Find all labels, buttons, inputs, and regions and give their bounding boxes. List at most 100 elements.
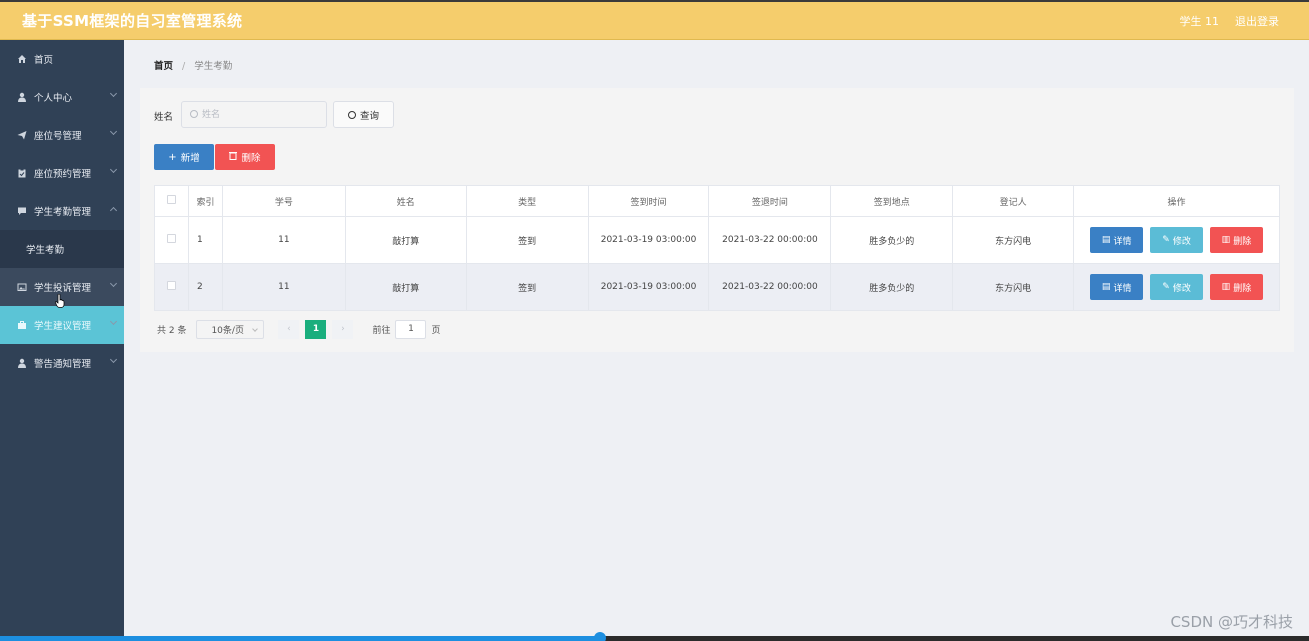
query-button[interactable]: 查询 xyxy=(333,101,394,128)
query-button-label: 查询 xyxy=(359,110,379,122)
row-checkbox[interactable] xyxy=(166,281,176,290)
delete-label: 删除 xyxy=(1233,236,1252,247)
page-size-select[interactable]: 10条/页 xyxy=(196,319,265,339)
chevron-down-icon xyxy=(109,279,118,288)
goto-page-input[interactable] xyxy=(395,319,427,339)
search-icon xyxy=(190,110,198,118)
select-all-checkbox[interactable] xyxy=(166,195,176,204)
briefcase-icon xyxy=(16,319,28,331)
column-header: 登记人 xyxy=(952,185,1075,217)
home-icon xyxy=(16,53,28,65)
sidebar-item-seat-management[interactable]: 座位号管理 xyxy=(0,116,124,154)
table-cell: 签到 xyxy=(465,263,589,311)
detail-button[interactable]: ▤ 详情 xyxy=(1090,227,1144,253)
sidebar-item-warning-notice[interactable]: 警告通知管理 xyxy=(0,344,124,382)
delete-label: 删除 xyxy=(1233,283,1252,294)
column-header: 学号 xyxy=(221,185,346,217)
row-delete-button[interactable]: ▥ 删除 xyxy=(1209,227,1263,253)
goto-suffix: 页 xyxy=(431,325,441,336)
watermark: CSDN @巧才科技 xyxy=(1170,613,1293,631)
chevron-up-icon xyxy=(109,206,118,215)
column-header: 签退时间 xyxy=(708,185,832,217)
detail-label: 详情 xyxy=(1113,283,1132,294)
document-icon: ▤ xyxy=(1101,282,1111,292)
progress-knob[interactable] xyxy=(594,632,606,641)
table-cell: 2021-03-19 03:00:00 xyxy=(587,216,710,264)
detail-label: 详情 xyxy=(1113,236,1132,247)
chevron-down-icon xyxy=(109,127,118,136)
sidebar-item-home[interactable]: 首页 xyxy=(0,40,124,78)
chevron-down-icon xyxy=(109,317,118,326)
row-actions-cell: ▤ 详情 ✎ 修改 ▥ 删除 xyxy=(1073,263,1280,311)
table-cell: 2021-03-22 00:00:00 xyxy=(708,263,832,311)
sidebar-item-personal-center[interactable]: 个人中心 xyxy=(0,78,124,116)
pencil-icon: ✎ xyxy=(1162,235,1170,245)
table-cell: 2021-03-19 03:00:00 xyxy=(587,263,710,311)
search-input[interactable] xyxy=(181,101,327,128)
send-icon xyxy=(16,129,28,141)
current-user: 学生 11 xyxy=(1179,15,1220,28)
trash-icon: ▥ xyxy=(1221,235,1231,245)
table-cell: 敲打算 xyxy=(344,263,467,311)
user-icon xyxy=(16,357,28,369)
plus-icon: + xyxy=(168,151,177,163)
row-select-cell xyxy=(154,216,189,264)
page-number-button[interactable]: 1 xyxy=(305,319,327,339)
search-icon xyxy=(347,110,356,119)
chevron-down-icon xyxy=(109,89,118,98)
table-cell: 东方闪电 xyxy=(952,263,1075,311)
logout-link[interactable]: 退出登录 xyxy=(1235,13,1279,29)
prev-page-button[interactable]: ‹ xyxy=(278,319,300,339)
detail-button[interactable]: ▤ 详情 xyxy=(1090,274,1144,300)
sidebar-item-label: 学生考勤管理 xyxy=(34,207,92,218)
sidebar: 首页 个人中心 座位号管理 座位预约管理 学生考勤管理 学生考勤 学生投诉管理 … xyxy=(0,40,124,641)
select-all-cell xyxy=(154,185,189,217)
hand-cursor-icon xyxy=(55,294,65,308)
table-cell: 胜多负少的 xyxy=(830,263,954,311)
user-icon xyxy=(16,91,28,103)
chat-icon xyxy=(16,205,28,217)
table-cell: 签到 xyxy=(465,216,589,264)
edit-button[interactable]: ✎ 修改 xyxy=(1150,274,1204,300)
chevron-down-icon xyxy=(109,355,118,364)
row-checkbox[interactable] xyxy=(166,234,176,243)
add-button[interactable]: + 新增 xyxy=(154,144,214,170)
table-header-row: 索引 学号 姓名 类型 签到时间 签退时间 签到地点 登记人 操作 xyxy=(154,185,1280,217)
table-cell: 敲打算 xyxy=(344,216,467,264)
breadcrumb-current: 学生考勤 xyxy=(194,61,233,72)
breadcrumb: 首页 / 学生考勤 xyxy=(154,58,232,72)
edit-label: 修改 xyxy=(1172,236,1191,247)
table-cell: 东方闪电 xyxy=(952,216,1075,264)
sidebar-item-attendance[interactable]: 学生考勤 xyxy=(0,230,124,268)
delete-button-label: 删除 xyxy=(241,153,261,164)
document-icon: ▤ xyxy=(1101,235,1111,245)
sidebar-item-label: 警告通知管理 xyxy=(34,359,92,370)
sidebar-item-seat-reservation[interactable]: 座位预约管理 xyxy=(0,154,124,192)
trash-icon xyxy=(229,151,238,163)
row-delete-button[interactable]: ▥ 删除 xyxy=(1209,274,1263,300)
sidebar-item-label: 学生考勤 xyxy=(26,245,65,256)
edit-label: 修改 xyxy=(1172,283,1191,294)
edit-button[interactable]: ✎ 修改 xyxy=(1150,227,1204,253)
row-actions-cell: ▤ 详情 ✎ 修改 ▥ 删除 xyxy=(1073,216,1280,264)
column-header: 类型 xyxy=(465,185,589,217)
add-button-label: 新增 xyxy=(180,153,200,164)
sidebar-item-label: 座位号管理 xyxy=(34,131,82,142)
breadcrumb-home[interactable]: 首页 xyxy=(154,61,173,72)
video-progress-bar[interactable] xyxy=(0,632,1309,641)
batch-delete-button[interactable]: 删除 xyxy=(215,144,275,170)
table-cell: 2021-03-22 00:00:00 xyxy=(708,216,832,264)
top-header: 基于SSM框架的自习室管理系统 学生 11 退出登录 xyxy=(0,0,1309,40)
sidebar-item-label: 首页 xyxy=(34,55,54,66)
next-page-button[interactable]: › xyxy=(332,319,354,339)
row-select-cell xyxy=(154,263,189,311)
sidebar-item-attendance-management[interactable]: 学生考勤管理 xyxy=(0,192,124,230)
pencil-icon: ✎ xyxy=(1162,282,1170,292)
goto-label: 前往 xyxy=(372,325,391,336)
sidebar-item-label: 座位预约管理 xyxy=(34,169,92,180)
column-header: 签到时间 xyxy=(587,185,710,217)
column-header: 签到地点 xyxy=(830,185,954,217)
sidebar-item-suggestion-management[interactable]: 学生建议管理 xyxy=(0,306,124,344)
search-label: 姓名 xyxy=(154,112,174,123)
total-count: 共 2 条 xyxy=(157,325,187,336)
